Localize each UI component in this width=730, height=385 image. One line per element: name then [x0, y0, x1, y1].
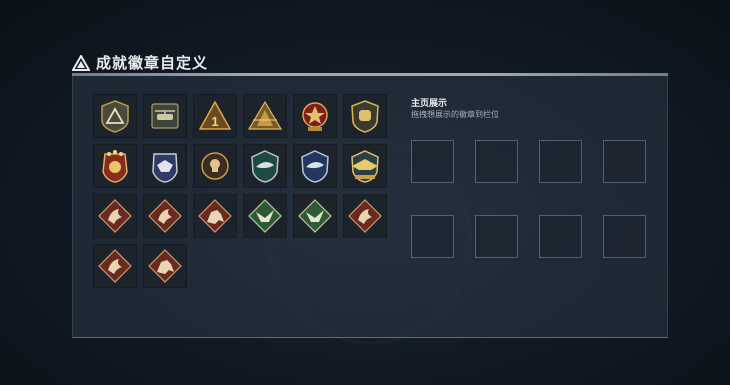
horseman-diamond-icon	[148, 249, 182, 283]
badge-slot[interactable]	[143, 194, 187, 238]
showcase-title: 主页展示	[411, 99, 448, 109]
dragon-diamond-icon	[98, 249, 132, 283]
badge-slot[interactable]	[293, 194, 337, 238]
showcase-empty-slot[interactable]	[411, 215, 454, 258]
showcase-slots	[411, 140, 646, 258]
red-cross-star-icon	[302, 102, 328, 131]
helicopter-badge-icon	[151, 103, 179, 129]
dragon-diamond-icon	[98, 199, 132, 233]
badge-slot[interactable]	[93, 94, 137, 138]
badge-slot[interactable]	[343, 94, 387, 138]
badge-slot[interactable]	[193, 144, 237, 188]
winged-beast-green-icon	[248, 199, 282, 233]
badge-slot[interactable]	[243, 144, 287, 188]
triangle-shield-icon	[101, 100, 129, 133]
showcase-subtitle: 拖拽想展示的徽章到栏位	[411, 110, 499, 119]
skull-medal-icon	[201, 152, 229, 180]
page-header: 成就徽章自定义	[72, 52, 208, 73]
horseman-diamond-icon	[198, 199, 232, 233]
shark-blue-badge-icon	[301, 150, 329, 183]
gold-fist-badge-icon	[351, 100, 379, 133]
pyramid-badge-icon	[247, 100, 283, 130]
badge-slot[interactable]	[143, 144, 187, 188]
shark-green-badge-icon	[251, 150, 279, 183]
showcase-empty-slot[interactable]	[539, 140, 582, 183]
showcase-empty-slot[interactable]	[603, 215, 646, 258]
badge-slot[interactable]	[343, 144, 387, 188]
badge-slot[interactable]	[243, 94, 287, 138]
silver-eagle-badge-icon	[152, 153, 178, 183]
warning-triangle-icon	[72, 54, 90, 71]
badge-slot[interactable]	[93, 194, 137, 238]
star-crest-badge-icon	[102, 150, 128, 183]
dragon-diamond-icon	[348, 199, 382, 233]
showcase-empty-slot[interactable]	[475, 215, 518, 258]
badge-grid: 1	[93, 94, 387, 288]
badge-slot[interactable]	[143, 94, 187, 138]
showcase-empty-slot[interactable]	[539, 215, 582, 258]
winged-beast-green-icon	[298, 199, 332, 233]
showcase-empty-slot[interactable]	[603, 140, 646, 183]
gold-eagle-badge-icon	[351, 150, 379, 183]
page-title: 成就徽章自定义	[96, 54, 209, 72]
badge-slot[interactable]	[293, 94, 337, 138]
badge-panel: 1 主页展示 拖拽想展示的徽章到栏位	[72, 76, 668, 338]
badge-slot[interactable]	[243, 194, 287, 238]
badge-slot[interactable]	[93, 144, 137, 188]
badge-slot[interactable]	[343, 194, 387, 238]
badge-slot[interactable]	[193, 194, 237, 238]
showcase-empty-slot[interactable]	[475, 140, 518, 183]
svg-text:1: 1	[211, 114, 218, 129]
badge-slot[interactable]: 1	[193, 94, 237, 138]
badge-slot[interactable]	[143, 244, 187, 288]
dragon-diamond-icon	[148, 199, 182, 233]
rank-one-badge-icon: 1	[198, 100, 232, 130]
badge-slot[interactable]	[93, 244, 137, 288]
showcase-empty-slot[interactable]	[411, 140, 454, 183]
badge-slot[interactable]	[293, 144, 337, 188]
